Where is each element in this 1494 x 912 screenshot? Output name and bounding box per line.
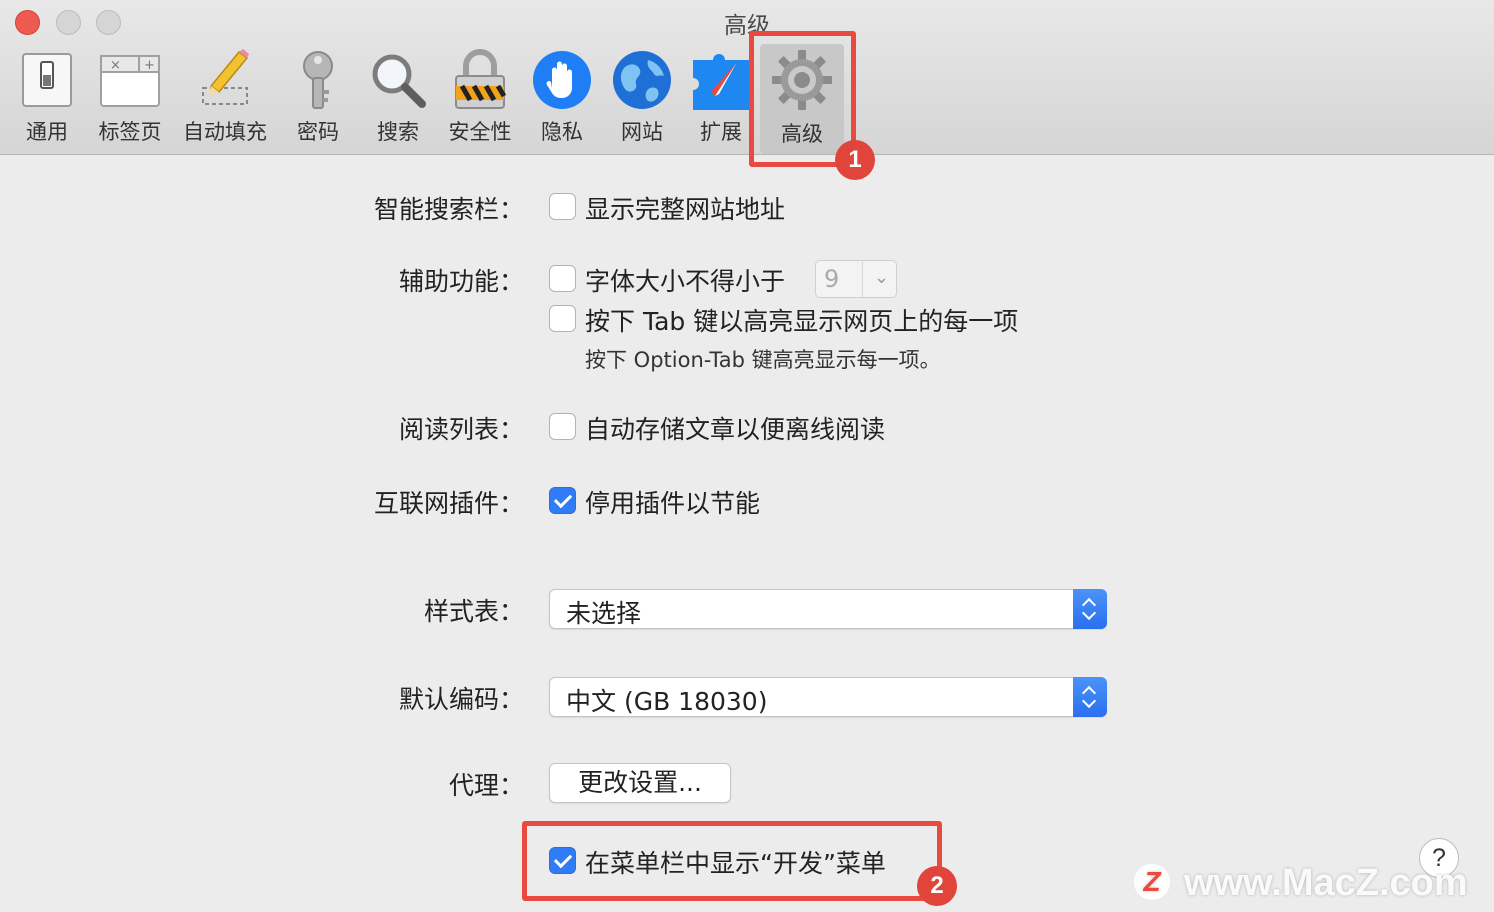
plugins-label: 互联网插件：: [373, 489, 524, 518]
select-divider: [862, 261, 863, 297]
annotation-badge-2: 2: [917, 866, 957, 906]
pencil-icon: [193, 48, 257, 112]
tab-privacy[interactable]: 隐私: [530, 48, 594, 152]
stop-plugins-checkbox[interactable]: [549, 487, 576, 514]
show-develop-menu-checkbox[interactable]: [549, 847, 576, 874]
tab-label: 自动填充: [183, 120, 267, 144]
option-tab-note: 按下 Option-Tab 键高亮显示每一项。: [585, 348, 941, 372]
save-articles-checkbox[interactable]: [549, 413, 576, 440]
svg-text:+: +: [144, 58, 155, 73]
key-icon: [286, 48, 350, 112]
stop-plugins-label: 停用插件以节能: [585, 489, 761, 518]
padlock-icon: [448, 48, 512, 112]
tab-autofill[interactable]: 自动填充: [178, 48, 272, 152]
up-down-arrows-icon: [1073, 677, 1107, 717]
macz-logo-icon: Z: [1134, 864, 1170, 900]
show-full-address-checkbox[interactable]: [549, 193, 576, 220]
min-font-size-value: 9: [824, 265, 840, 293]
tab-websites[interactable]: 网站: [610, 48, 674, 152]
accessibility-label: 辅助功能：: [398, 267, 524, 296]
show-develop-menu-label: 在菜单栏中显示“开发”菜单: [585, 849, 886, 878]
tab-search[interactable]: 搜索: [366, 48, 430, 152]
annotation-badge-1: 1: [835, 140, 875, 180]
stylesheet-value: 未选择: [566, 599, 642, 628]
min-font-size-select[interactable]: 9 ⌄: [815, 260, 897, 298]
up-down-arrows-icon: [1073, 589, 1107, 629]
show-full-address-label: 显示完整网站地址: [585, 195, 786, 224]
encoding-value: 中文 (GB 18030): [566, 687, 768, 716]
min-font-label: 字体大小不得小于: [585, 267, 786, 296]
save-articles-label: 自动存储文章以便离线阅读: [585, 415, 886, 444]
preferences-window: 高级 通用 × + 标签页 自动填充 密码 搜索 安全性 隐私 网站 扩展 高级…: [0, 0, 1494, 912]
tab-label: 安全性: [448, 120, 512, 144]
tab-label: 密码: [297, 120, 339, 144]
tab-security[interactable]: 安全性: [443, 48, 517, 152]
globe-icon: [610, 48, 674, 112]
tab-passwords[interactable]: 密码: [290, 48, 346, 152]
reading-list-label: 阅读列表：: [398, 415, 524, 444]
svg-text:×: ×: [110, 58, 121, 73]
proxy-label: 代理：: [448, 771, 524, 800]
watermark: Zwww.MacZ.com: [1134, 862, 1468, 905]
tab-label: 搜索: [377, 120, 419, 144]
magnifier-icon: [366, 48, 430, 112]
hand-icon: [530, 48, 594, 112]
min-font-checkbox[interactable]: [549, 265, 576, 292]
tab-general[interactable]: 通用: [14, 48, 80, 152]
window-title: 高级: [724, 13, 770, 39]
tab-label: 扩展: [700, 120, 742, 144]
puzzle-icon: [689, 48, 755, 112]
tab-label: 通用: [26, 120, 68, 144]
toolbar: 高级 通用 × + 标签页 自动填充 密码 搜索 安全性 隐私 网站 扩展 高级: [0, 0, 1494, 155]
stylesheet-popup[interactable]: 未选择: [549, 589, 1107, 629]
tab-label: 标签页: [98, 120, 162, 144]
general-switch-icon: [15, 48, 79, 112]
tab-highlight-label: 按下 Tab 键以高亮显示网页上的每一项: [585, 307, 1019, 336]
encoding-popup[interactable]: 中文 (GB 18030): [549, 677, 1107, 717]
smart-search-label: 智能搜索栏：: [373, 195, 524, 224]
tab-label: 隐私: [541, 120, 583, 144]
chevron-down-icon: ⌄: [874, 267, 890, 288]
tab-tabs[interactable]: × + 标签页: [92, 48, 168, 152]
change-settings-button[interactable]: 更改设置...: [549, 763, 731, 803]
tab-extensions[interactable]: 扩展: [689, 48, 755, 152]
watermark-text: www.MacZ.com: [1184, 862, 1468, 904]
stylesheet-label: 样式表：: [423, 597, 524, 626]
tabs-window-icon: × +: [98, 48, 162, 112]
tab-highlight-checkbox[interactable]: [549, 305, 576, 332]
encoding-label: 默认编码：: [398, 685, 524, 714]
tab-label: 网站: [621, 120, 663, 144]
